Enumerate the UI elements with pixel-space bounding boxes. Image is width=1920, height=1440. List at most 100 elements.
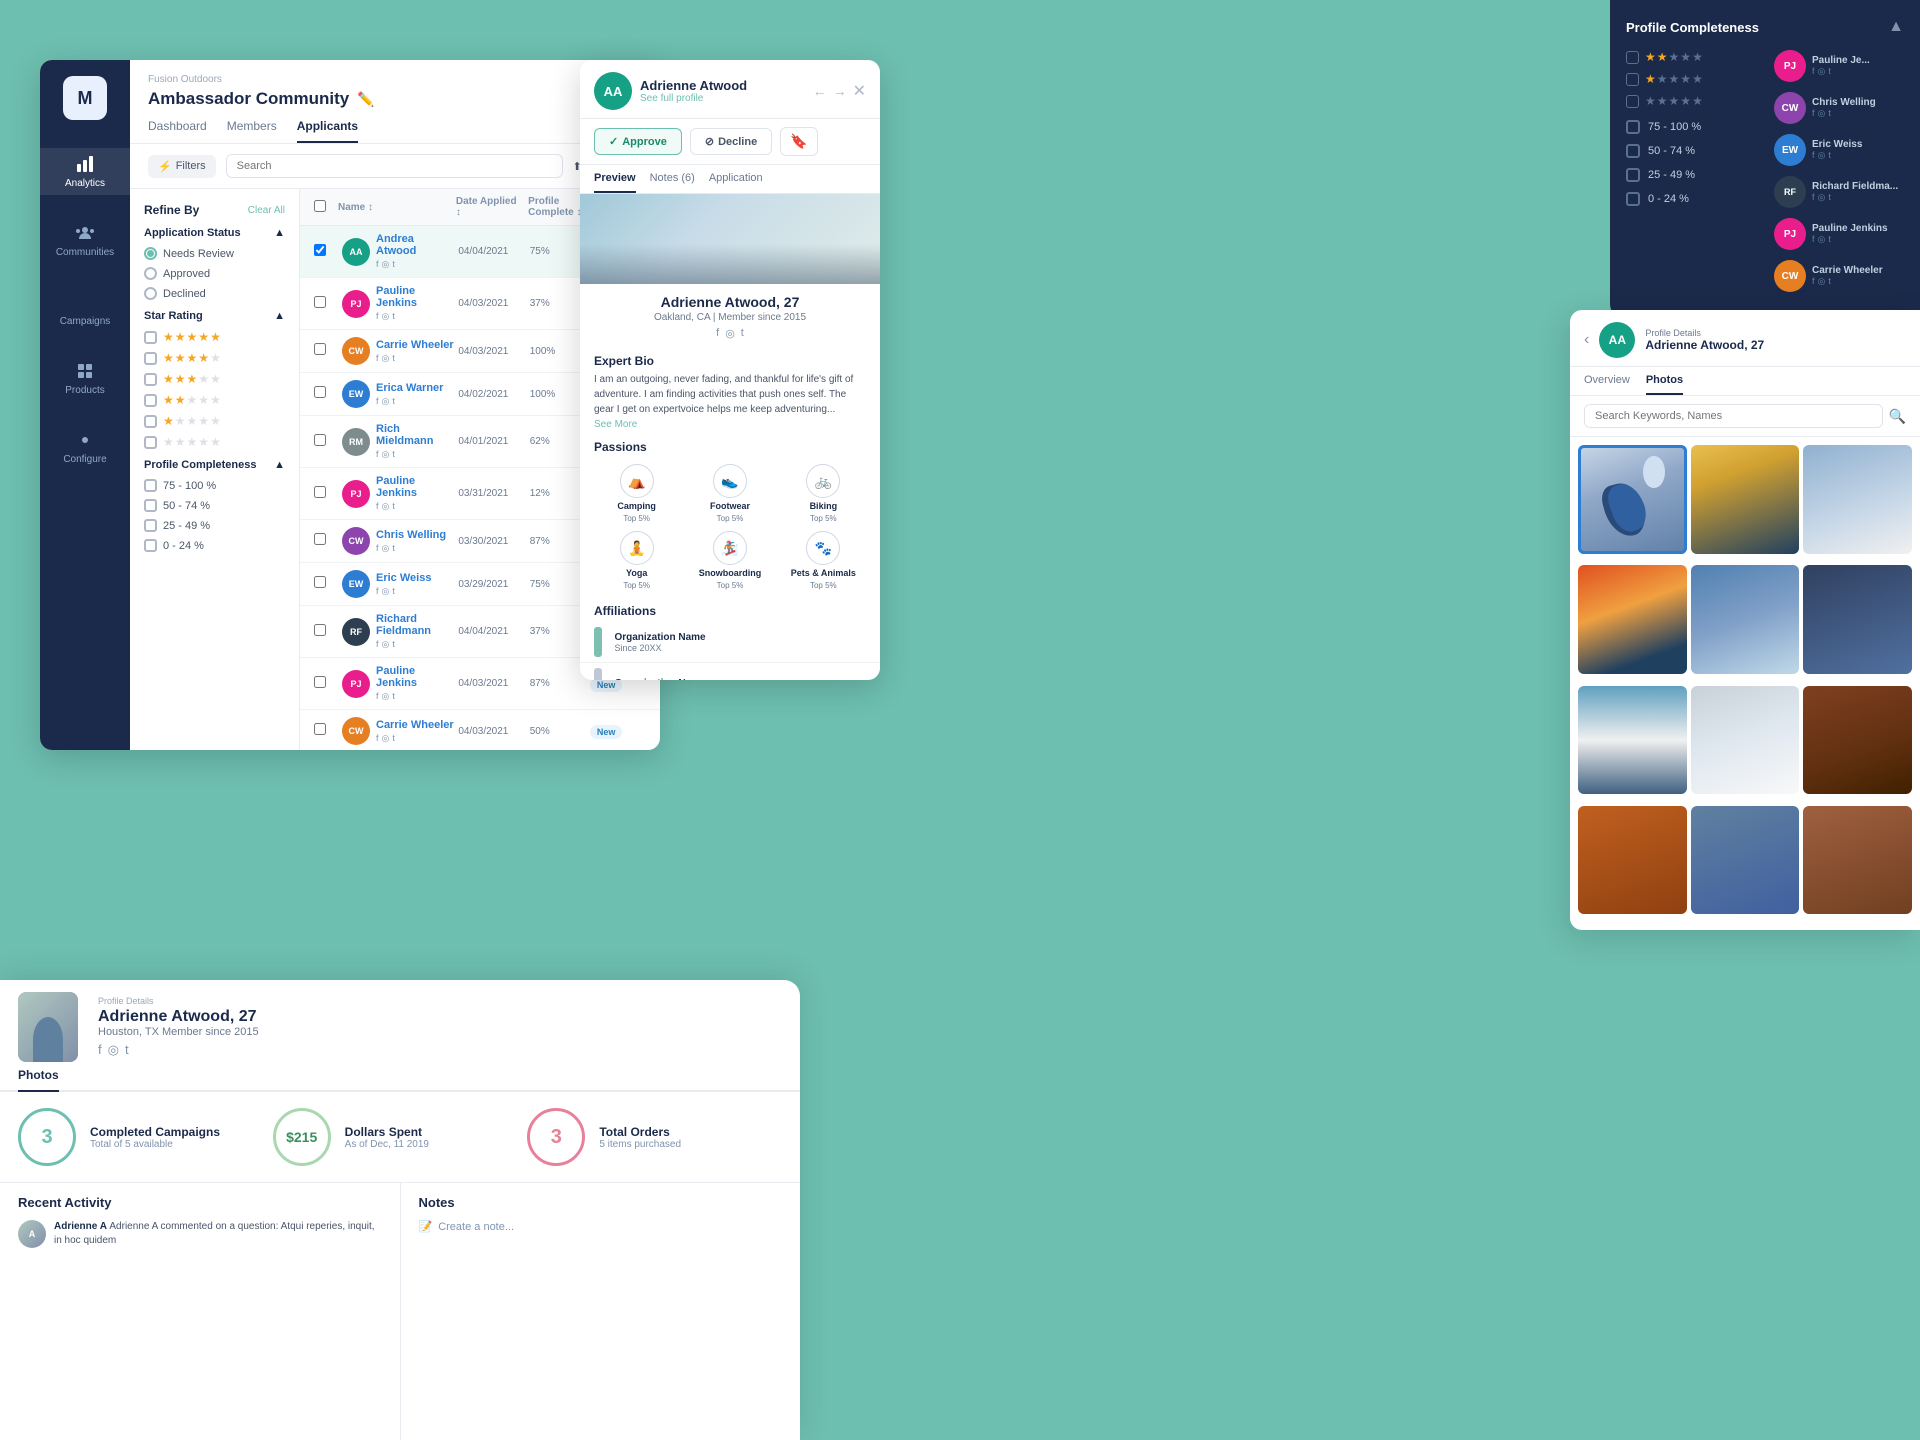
star-2-filter[interactable]: ★★★★★ [144, 393, 285, 407]
photo-thumb[interactable] [1578, 445, 1687, 554]
back-button[interactable]: ‹ [1584, 331, 1589, 349]
tab-preview[interactable]: Preview [594, 165, 636, 193]
edit-title-icon[interactable]: ✏️ [357, 91, 374, 108]
instagram-icon[interactable]: ◎ [725, 327, 735, 340]
photo-thumb[interactable] [1578, 565, 1687, 674]
photo-thumb[interactable] [1578, 806, 1687, 915]
row-checkbox[interactable] [314, 434, 326, 446]
applicant-name[interactable]: Pauline Jenkins [376, 665, 454, 689]
radio-declined[interactable]: Declined [144, 287, 285, 300]
profile-completeness-collapse-icon[interactable]: ▲ [274, 459, 285, 471]
person-pauline-jenkins[interactable]: PJ Pauline Jenkins f ◎ t [1774, 218, 1904, 250]
star-5-filter[interactable]: ★★★★★ [144, 330, 285, 344]
prev-arrow-icon[interactable]: ← [813, 83, 827, 99]
tab-applicants[interactable]: Applicants [297, 119, 358, 143]
photo-thumb[interactable] [1803, 445, 1912, 554]
search-input[interactable] [226, 154, 563, 178]
nav-item-configure[interactable]: Configure [40, 424, 130, 471]
photo-thumb[interactable] [1803, 686, 1912, 795]
star-row-1[interactable]: ★★★★★ [1626, 72, 1764, 86]
nav-item-products[interactable]: Products [40, 355, 130, 402]
next-arrow-icon[interactable]: → [833, 83, 847, 99]
facebook-icon[interactable]: f [98, 1042, 102, 1058]
approve-button[interactable]: ✓ Approve [594, 128, 682, 155]
col-profile-header[interactable]: Profile Complete ↕ [528, 196, 585, 218]
person-eric-weiss[interactable]: EW Eric Weiss f ◎ t [1774, 134, 1904, 166]
star-rating-collapse-icon[interactable]: ▲ [274, 310, 285, 322]
applicant-name[interactable]: Pauline Jenkins [376, 475, 454, 499]
star-0-filter[interactable]: ★★★★★ [144, 435, 285, 449]
photo-thumb[interactable] [1691, 445, 1800, 554]
row-checkbox[interactable] [314, 723, 326, 735]
tab-members[interactable]: Members [227, 119, 277, 143]
row-checkbox[interactable] [314, 533, 326, 545]
applicant-name[interactable]: Richard Fieldmann [376, 613, 454, 637]
tab-dashboard[interactable]: Dashboard [148, 119, 207, 143]
person-carrie-wheeler[interactable]: CW Carrie Wheeler f ◎ t [1774, 260, 1904, 292]
col-name-header[interactable]: Name ↕ [338, 202, 452, 213]
row-checkbox[interactable] [314, 343, 326, 355]
applicant-name[interactable]: Eric Weiss [376, 572, 431, 584]
select-all-checkbox[interactable] [314, 200, 326, 212]
row-checkbox[interactable] [314, 624, 326, 636]
col-date-header[interactable]: Date Applied ↕ [456, 196, 524, 218]
star-2-checkbox[interactable] [1626, 51, 1639, 64]
applicant-name[interactable]: Pauline Jenkins [376, 285, 454, 309]
radio-needs-review[interactable]: Needs Review [144, 247, 285, 260]
range-50-74[interactable]: 50 - 74 % [1626, 144, 1764, 158]
row-checkbox[interactable] [314, 296, 326, 308]
decline-button[interactable]: ⊘ Decline [690, 128, 772, 155]
row-checkbox[interactable] [314, 676, 326, 688]
range-75-100[interactable]: 75 - 100 % [1626, 120, 1764, 134]
star-0-checkbox[interactable] [1626, 95, 1639, 108]
star-1-filter[interactable]: ★★★★★ [144, 414, 285, 428]
applicant-name[interactable]: Rich Mieldmann [376, 423, 454, 447]
tab-overview[interactable]: Overview [1584, 367, 1630, 395]
photo-thumb[interactable] [1691, 565, 1800, 674]
tab-photos[interactable]: Photos [1646, 367, 1683, 395]
filter-right-close-icon[interactable]: ▲ [1888, 18, 1904, 36]
radio-approved[interactable]: Approved [144, 267, 285, 280]
app-status-collapse-icon[interactable]: ▲ [274, 227, 285, 239]
star-1-checkbox[interactable] [1626, 73, 1639, 86]
star-row-2[interactable]: ★★★★★ [1626, 50, 1764, 64]
profile-75-100[interactable]: 75 - 100 % [144, 479, 285, 492]
profile-50-74[interactable]: 50 - 74 % [144, 499, 285, 512]
star-3-filter[interactable]: ★★★★★ [144, 372, 285, 386]
photo-thumb[interactable] [1578, 686, 1687, 795]
row-checkbox[interactable] [314, 486, 326, 498]
photo-thumb[interactable] [1803, 806, 1912, 915]
applicant-name[interactable]: Andrea Atwood [376, 233, 454, 257]
range-0-24[interactable]: 0 - 24 % [1626, 192, 1764, 206]
star-4-filter[interactable]: ★★★★★ [144, 351, 285, 365]
row-checkbox[interactable] [314, 244, 326, 256]
profile-25-49[interactable]: 25 - 49 % [144, 519, 285, 532]
photo-thumb[interactable] [1803, 565, 1912, 674]
bookmark-button[interactable]: 🔖 [780, 127, 817, 156]
photo-thumb[interactable] [1691, 806, 1800, 915]
range-25-49[interactable]: 25 - 49 % [1626, 168, 1764, 182]
tab-notes[interactable]: Notes (6) [650, 165, 695, 193]
facebook-icon[interactable]: f [716, 327, 719, 340]
create-note-button[interactable]: 📝 Create a note... [419, 1220, 783, 1233]
nav-item-analytics[interactable]: Analytics [40, 148, 130, 195]
clear-all-button[interactable]: Clear All [248, 205, 285, 216]
table-row[interactable]: CW Carrie Wheeler f ◎ t 04/03/2021 [300, 710, 660, 750]
applicant-name[interactable]: Erica Warner [376, 382, 443, 394]
instagram-icon[interactable]: ◎ [108, 1042, 119, 1058]
twitter-icon[interactable]: t [741, 327, 744, 340]
applicant-name[interactable]: Carrie Wheeler [376, 339, 454, 351]
photo-thumb[interactable] [1691, 686, 1800, 795]
tab-application[interactable]: Application [709, 165, 763, 193]
applicant-name[interactable]: Chris Welling [376, 529, 446, 541]
filter-button[interactable]: ⚡ Filters [148, 155, 216, 178]
row-checkbox[interactable] [314, 576, 326, 588]
row-checkbox[interactable] [314, 386, 326, 398]
photos-search-input[interactable] [1584, 404, 1883, 428]
person-chris-welling[interactable]: CW Chris Welling f ◎ t [1774, 92, 1904, 124]
person-richard-fieldma[interactable]: RF Richard Fieldma... f ◎ t [1774, 176, 1904, 208]
tab-photos-bottom[interactable]: Photos [18, 1068, 59, 1092]
close-icon[interactable]: ✕ [853, 81, 866, 101]
profile-0-24[interactable]: 0 - 24 % [144, 539, 285, 552]
nav-item-communities[interactable]: Communities [40, 217, 130, 264]
